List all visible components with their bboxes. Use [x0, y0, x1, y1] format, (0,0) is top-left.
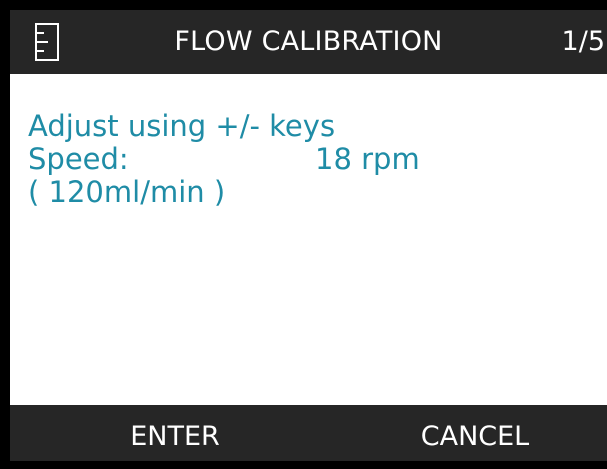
flow-rate-text: ( 120ml/min ) [28, 175, 226, 209]
page-indicator: 1/5 [561, 26, 605, 57]
softkey-bar: ENTER CANCEL [10, 405, 607, 461]
cancel-button[interactable]: CANCEL [380, 405, 570, 461]
pump-display: FLOW CALIBRATION 1/5 Adjust using +/- ke… [10, 10, 607, 461]
speed-value: 18 rpm [315, 142, 420, 176]
screen-title: FLOW CALIBRATION [174, 26, 443, 57]
enter-button[interactable]: ENTER [70, 405, 280, 461]
speed-row: Speed: 18 rpm [28, 142, 420, 176]
speed-label: Speed: [28, 142, 129, 176]
title-bar: FLOW CALIBRATION 1/5 [10, 10, 607, 74]
calibration-panel: Adjust using +/- keys Speed: 18 rpm ( 12… [28, 109, 420, 209]
instruction-text: Adjust using +/- keys [28, 109, 336, 143]
